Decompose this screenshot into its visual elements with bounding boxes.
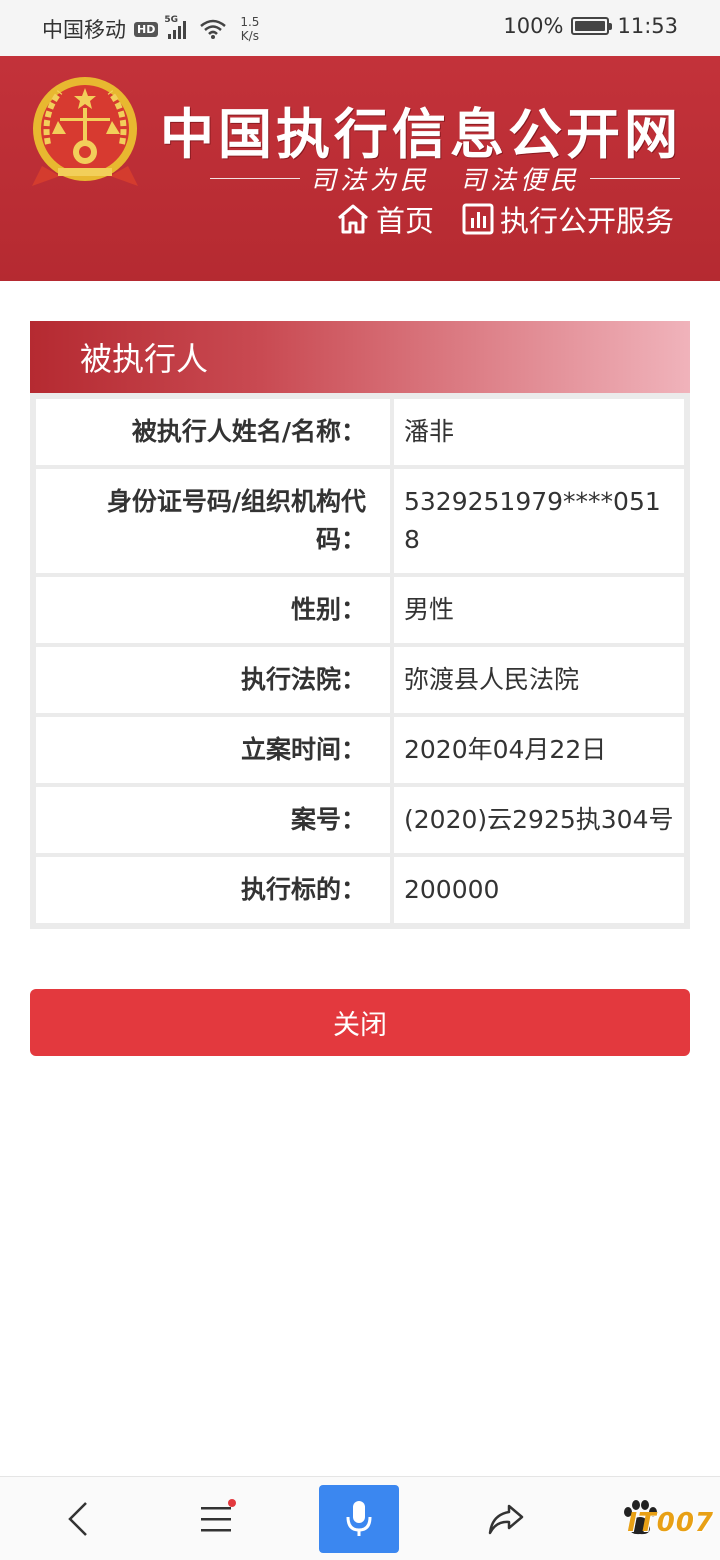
row-value-case-number: (2020)云2925执304号 [394, 787, 684, 853]
row-value-id: 5329251979****0518 [394, 469, 684, 573]
microphone-icon [346, 1501, 372, 1536]
clock: 11:53 [617, 14, 678, 38]
speed-value: 1.5 [240, 15, 260, 29]
home-icon [338, 204, 368, 234]
site-header: 中国执行信息公开网 司法为民 司法便民 首页 执行公开服务 [0, 56, 720, 281]
back-button[interactable] [38, 1485, 118, 1553]
share-button[interactable] [466, 1485, 546, 1553]
court-emblem-icon [32, 77, 138, 186]
network-speed: 1.5 K/s [240, 15, 259, 43]
speed-unit: K/s [240, 29, 259, 43]
table-row: 案号： (2020)云2925执304号 [36, 787, 684, 853]
row-value-filing-date: 2020年04月22日 [394, 717, 684, 783]
signal-icon: 5G [164, 15, 187, 39]
nav-home[interactable]: 首页 [336, 198, 434, 240]
share-icon [488, 1504, 524, 1535]
row-label-amount: 执行标的： [36, 857, 390, 923]
row-label-id: 身份证号码/组织机构代码： [36, 469, 390, 573]
watermark: IT007 [627, 1508, 714, 1538]
row-label-case-number: 案号： [36, 787, 390, 853]
status-right: 100% 11:53 [503, 14, 678, 38]
menu-icon [201, 1507, 231, 1532]
site-title: 中国执行信息公开网 [160, 102, 682, 166]
row-label-name: 被执行人姓名/名称： [36, 399, 390, 465]
slogan-divider-left [210, 178, 300, 179]
row-label-court: 执行法院： [36, 647, 390, 713]
row-value-court: 弥渡县人民法院 [394, 647, 684, 713]
table-row: 身份证号码/组织机构代码： 5329251979****0518 [36, 469, 684, 573]
nav-execution-service-label: 执行公开服务 [500, 204, 675, 238]
close-button[interactable]: 关闭 [30, 989, 690, 1056]
status-bar: 中国移动 HD 5G 1.5 K/s 100% 11:53 [0, 0, 720, 56]
table-row: 性别： 男性 [36, 577, 684, 643]
back-icon [68, 1502, 87, 1536]
slogan-divider-right [590, 178, 681, 179]
info-table: 被执行人姓名/名称： 潘非 身份证号码/组织机构代码： 5329251979**… [30, 393, 690, 929]
slogan: 司法为民 司法便民 [310, 166, 581, 196]
table-row: 立案时间： 2020年04月22日 [36, 717, 684, 783]
hd-badge: HD [134, 21, 159, 37]
carrier-name: 中国移动 [42, 18, 126, 42]
network-type: 5G [164, 15, 178, 25]
bar-chart-icon [462, 203, 494, 235]
status-left: 中国移动 HD 5G 1.5 K/s [42, 14, 259, 44]
table-row: 执行法院： 弥渡县人民法院 [36, 647, 684, 713]
row-value-name: 潘非 [394, 399, 684, 465]
row-value-gender: 男性 [394, 577, 684, 643]
battery-icon [571, 17, 613, 35]
row-value-amount: 200000 [394, 857, 684, 923]
battery-percent: 100% [503, 14, 564, 38]
voice-search-button[interactable] [319, 1485, 399, 1553]
row-label-gender: 性别： [36, 577, 390, 643]
browser-bottom-bar [0, 1476, 720, 1560]
slogan-row: 司法为民 司法便民 [210, 160, 681, 197]
notification-dot [228, 1499, 236, 1507]
nav-home-label: 首页 [376, 204, 435, 238]
wifi-icon [200, 19, 227, 39]
header-nav: 首页 执行公开服务 [336, 198, 674, 240]
table-row: 被执行人姓名/名称： 潘非 [36, 399, 684, 465]
nav-execution-service[interactable]: 执行公开服务 [462, 198, 674, 240]
debtor-info-panel: 被执行人 被执行人姓名/名称： 潘非 身份证号码/组织机构代码： 5329251… [30, 321, 690, 929]
row-label-filing-date: 立案时间： [36, 717, 390, 783]
menu-button[interactable] [176, 1485, 256, 1553]
table-row: 执行标的： 200000 [36, 857, 684, 923]
panel-title: 被执行人 [30, 321, 690, 393]
